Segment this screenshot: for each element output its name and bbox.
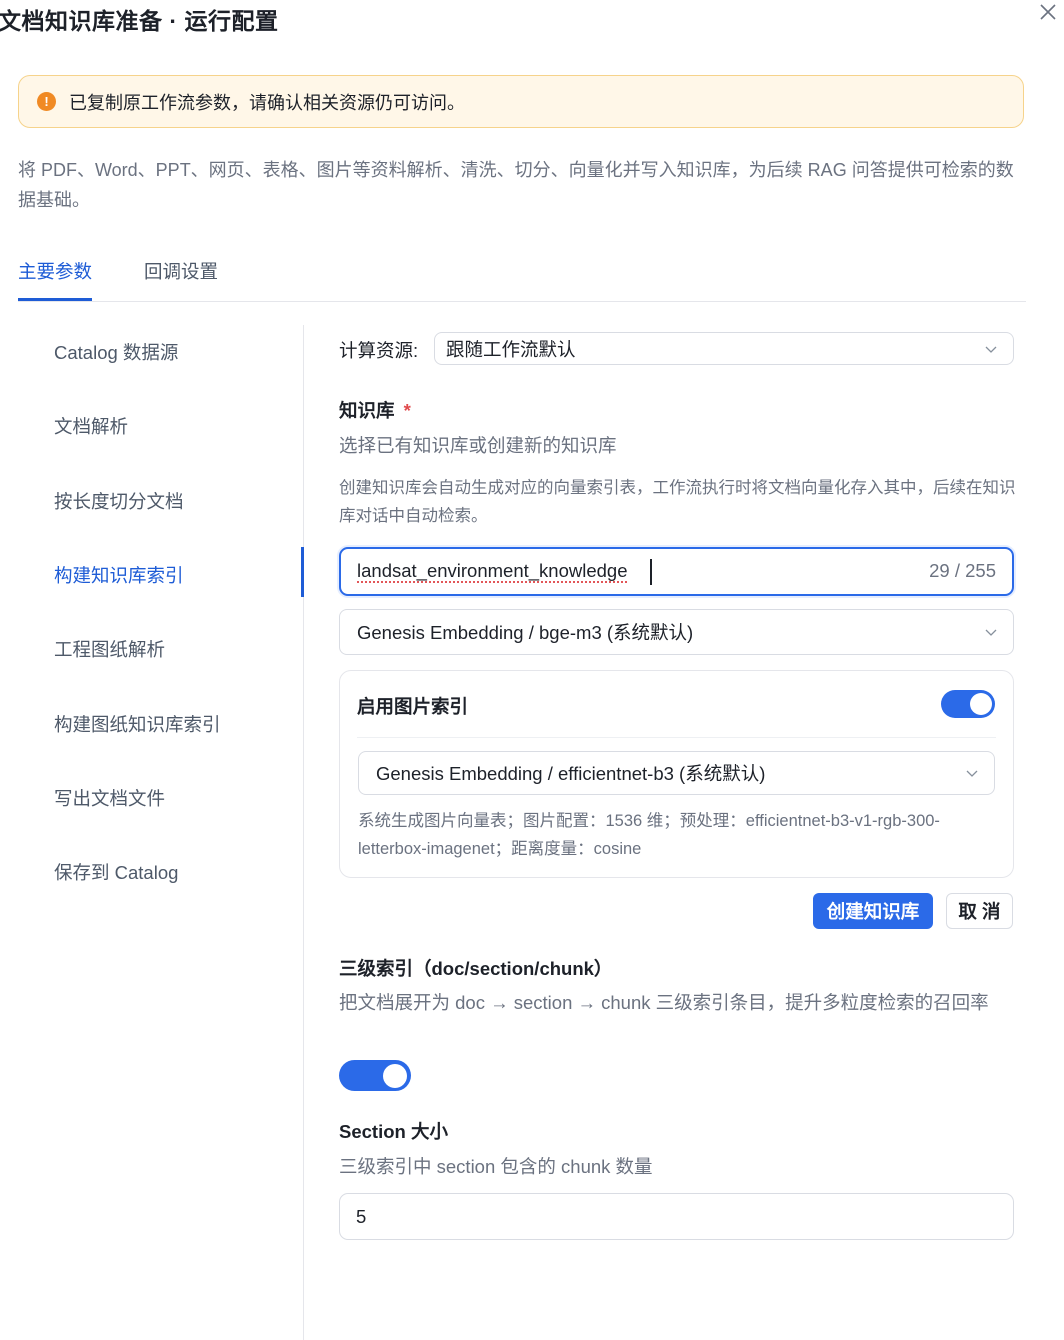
nav-item-build-kb-index[interactable]: 构建知识库索引 (54, 562, 184, 588)
kb-hint: 创建知识库会自动生成对应的向量索引表，工作流执行时将文档向量化存入其中，后续在知… (339, 479, 1016, 525)
step-nav: Catalog 数据源 文档解析 按长度切分文档 构建知识库索引 工程图纸解析 … (0, 325, 304, 1340)
kb-name-input[interactable]: landsat_environment_knowledge 29 / 255 (339, 547, 1014, 596)
required-mark: * (403, 400, 411, 421)
text-caret (650, 559, 652, 585)
section-size-label: Section 大小 (339, 1121, 448, 1142)
tab-callback-settings[interactable]: 回调设置 (144, 258, 218, 284)
nav-item-doc-parse[interactable]: 文档解析 (54, 413, 128, 439)
image-model-value: Genesis Embedding / efficientnet-b3 (系统默… (376, 763, 766, 784)
warning-icon: ! (37, 92, 56, 111)
chevron-down-icon (966, 770, 978, 777)
nav-item-drawing-parse[interactable]: 工程图纸解析 (54, 636, 165, 662)
nav-item-build-drawing-kb-index[interactable]: 构建图纸知识库索引 (54, 711, 221, 737)
kb-name-value: landsat_environment_knowledge (357, 560, 628, 581)
image-model-select[interactable]: Genesis Embedding / efficientnet-b3 (系统默… (358, 751, 995, 795)
compute-resource-value: 跟随工作流默认 (446, 338, 576, 360)
nav-item-write-doc-file[interactable]: 写出文档文件 (54, 785, 165, 811)
embedding-model-select[interactable]: Genesis Embedding / bge-m3 (系统默认) (339, 609, 1014, 655)
three-level-index-desc: 把文档展开为 doc → section → chunk 三级索引条目，提升多粒… (339, 992, 989, 1013)
image-index-card: 启用图片索引 Genesis Embedding / efficientnet-… (339, 670, 1014, 878)
warning-alert: ! 已复制原工作流参数，请确认相关资源仍可访问。 (18, 75, 1024, 128)
compute-resource-select[interactable]: 跟随工作流默认 (434, 332, 1014, 365)
image-index-toggle[interactable] (941, 690, 995, 718)
tab-main-params[interactable]: 主要参数 (18, 258, 93, 301)
section-size-input[interactable]: 5 (339, 1193, 1014, 1240)
chevron-down-icon (985, 346, 997, 353)
active-nav-indicator (301, 547, 304, 597)
three-level-index-label: 三级索引（doc/section/chunk） (339, 958, 613, 979)
chevron-down-icon (985, 629, 997, 636)
alert-text: 已复制原工作流参数，请确认相关资源仍可访问。 (69, 92, 465, 113)
nav-item-split-by-length[interactable]: 按长度切分文档 (54, 488, 184, 514)
card-divider (357, 737, 996, 738)
tab-bar: 主要参数 回调设置 (18, 250, 1026, 302)
char-counter: 29 / 255 (929, 560, 996, 581)
nav-item-catalog-source[interactable]: Catalog 数据源 (54, 339, 178, 365)
create-kb-button[interactable]: 创建知识库 (813, 893, 933, 929)
close-icon[interactable] (1036, 0, 1060, 24)
embedding-model-value: Genesis Embedding / bge-m3 (系统默认) (357, 622, 694, 643)
kb-subtitle: 选择已有知识库或创建新的知识库 (339, 435, 617, 456)
image-index-info: 系统生成图片向量表；图片配置：1536 维；预处理：efficientnet-b… (358, 812, 940, 858)
nav-item-save-to-catalog[interactable]: 保存到 Catalog (54, 859, 178, 885)
workflow-description: 将 PDF、Word、PPT、网页、表格、图片等资料解析、清洗、切分、向量化并写… (18, 160, 1014, 210)
section-size-value: 5 (356, 1205, 367, 1227)
image-index-label: 启用图片索引 (357, 696, 469, 717)
three-level-index-toggle[interactable] (339, 1060, 411, 1091)
dialog-title: 文档知识库准备 · 运行配置 (0, 8, 279, 34)
kb-label: 知识库 * (339, 400, 411, 421)
cancel-button[interactable]: 取 消 (946, 893, 1013, 929)
compute-resource-label: 计算资源: (339, 340, 419, 361)
section-size-desc: 三级索引中 section 包含的 chunk 数量 (339, 1156, 653, 1177)
